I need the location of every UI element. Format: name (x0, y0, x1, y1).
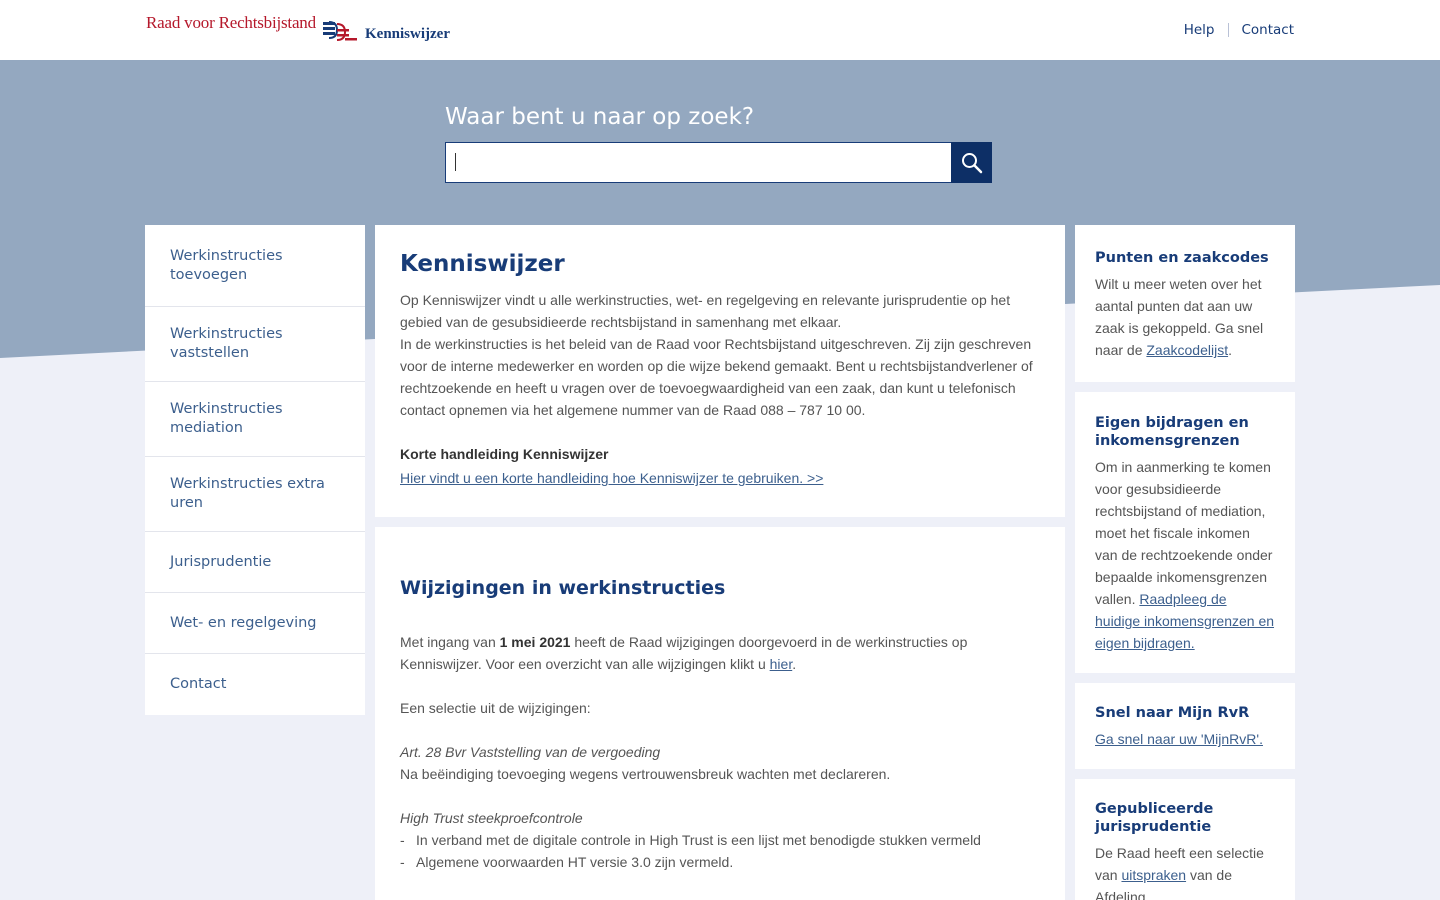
kenniswijzer-logo-icon (323, 21, 357, 41)
points-card-text: Wilt u meer weten over het aantal punten… (1095, 273, 1275, 361)
art-text: Na beëindiging toevoeging wegens vertrou… (400, 766, 891, 782)
manual-link[interactable]: Hier vindt u een korte handleiding hoe K… (400, 470, 823, 486)
sidebar-nav: Werkinstructies toevoegen Werkinstructie… (145, 225, 365, 715)
bullet-marker: - (400, 832, 405, 848)
intro-card: Kenniswijzer Op Kenniswijzer vindt u all… (375, 225, 1065, 517)
kenniswijzer-logo-text[interactable]: Kenniswijzer (365, 26, 450, 43)
income-card: Eigen bijdragen en inkomensgrenzen Om in… (1075, 392, 1295, 673)
income-card-title: Eigen bijdragen en inkomensgrenzen (1095, 415, 1249, 449)
sidebar-item-werkinstructies-extra-uren[interactable]: Werkinstructies extra uren (145, 457, 365, 532)
art-title: Art. 28 Bvr Vaststelling van de vergoedi… (400, 744, 661, 760)
uitspraken-link[interactable]: uitspraken (1121, 867, 1186, 883)
top-nav: Help Contact (1184, 22, 1294, 38)
search-button[interactable] (951, 142, 992, 183)
list-item-text: Algemene voorwaarden HT versie 3.0 zijn … (416, 854, 734, 870)
points-card: Punten en zaakcodes Wilt u meer weten ov… (1075, 225, 1295, 382)
sidebar-item-werkinstructies-toevoegen[interactable]: Werkinstructies toevoegen (145, 225, 365, 307)
changes-date: 1 mei 2021 (499, 634, 571, 650)
rvr-logo[interactable]: Raad voor Rechtsbijstand (146, 13, 316, 33)
mijnrvr-link[interactable]: Ga snel naar uw 'MijnRvR'. (1095, 731, 1263, 747)
search-icon (961, 152, 982, 173)
sidebar-item-werkinstructies-vaststellen[interactable]: Werkinstructies vaststellen (145, 307, 365, 382)
changes-text-end: . (792, 656, 797, 672)
search-title: Waar bent u naar op zoek? (445, 104, 755, 130)
manual-heading: Korte handleiding Kenniswijzer (400, 446, 609, 462)
nav-contact-link[interactable]: Contact (1241, 22, 1294, 38)
zaakcodelijst-link[interactable]: Zaakcodelijst (1146, 342, 1228, 358)
jurisprudence-card: Gepubliceerde jurisprudentie De Raad hee… (1075, 779, 1295, 900)
bullet-marker: - (400, 854, 405, 870)
sidebar-item-jurisprudentie[interactable]: Jurisprudentie (145, 532, 365, 593)
jurisprudence-card-text: De Raad heeft een selectie van uitsprake… (1095, 842, 1275, 900)
income-card-text: Om in aanmerking te komen voor gesubsidi… (1095, 456, 1275, 654)
text-cursor (455, 153, 456, 171)
intro-paragraph-1: Op Kenniswijzer vindt u alle werkinstruc… (400, 292, 1011, 330)
list-item: - In verband met de digitale controle in … (400, 829, 1040, 851)
points-text-end: . (1228, 342, 1232, 358)
changes-paragraph: Met ingang van 1 mei 2021 heeft de Raad … (400, 631, 1040, 675)
intro-paragraph-2: In de werkinstructies is het beleid van … (400, 336, 1033, 418)
nav-divider (1228, 23, 1230, 37)
jurisprudence-card-title: Gepubliceerde jurisprudentie (1095, 801, 1214, 835)
top-bar: Raad voor Rechtsbijstand Kenniswijzer He… (0, 0, 1440, 60)
sidebar-item-wet-en-regelgeving[interactable]: Wet- en regelgeving (145, 593, 365, 654)
list-item-text: In verband met de digitale controle in H… (416, 832, 981, 848)
page-title: Kenniswijzer (400, 251, 565, 277)
selection-intro: Een selectie uit de wijzigingen: (400, 700, 591, 716)
high-trust-title: High Trust steekproefcontrole (400, 810, 583, 826)
mijnrvr-card: Snel naar Mijn RvR Ga snel naar uw 'Mijn… (1075, 683, 1295, 769)
search-input[interactable] (445, 142, 952, 183)
list-item: - Algemene voorwaarden HT versie 3.0 zijn… (400, 851, 1040, 873)
points-card-title: Punten en zaakcodes (1095, 250, 1269, 266)
changes-overview-link[interactable]: hier (770, 656, 793, 672)
sidebar-item-contact[interactable]: Contact (145, 654, 365, 715)
income-text: Om in aanmerking te komen voor gesubsidi… (1095, 459, 1273, 607)
changes-text-before: Met ingang van (400, 634, 500, 650)
changes-title: Wijzigingen in werkinstructies (400, 577, 726, 599)
mijnrvr-card-title: Snel naar Mijn RvR (1095, 705, 1250, 721)
changes-card: Wijzigingen in werkinstructies Met ingan… (375, 527, 1065, 900)
sidebar-item-werkinstructies-mediation[interactable]: Werkinstructies mediation (145, 382, 365, 457)
nav-help-link[interactable]: Help (1184, 22, 1215, 38)
